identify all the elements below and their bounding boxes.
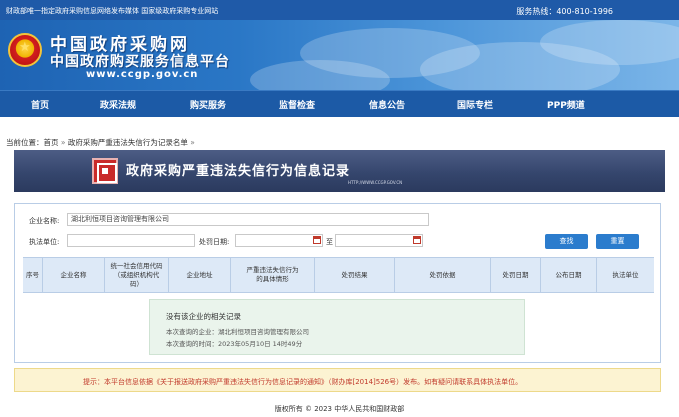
seal-icon: [92, 158, 118, 184]
column-header-publish-date: 公布日期: [541, 258, 597, 292]
main-nav: 首页 政采法规 购买服务 监督检查 信息公告 国际专栏 PPP频道: [0, 90, 679, 117]
national-emblem-icon: ★: [8, 33, 42, 67]
nav-item-home[interactable]: 首页: [31, 98, 49, 111]
search-panel: 企业名称: 湖北利恒项目咨询管理有限公司 执法单位: 处罚日期: 至 查找 重置…: [14, 203, 661, 363]
company-name-input[interactable]: 湖北利恒项目咨询管理有限公司: [67, 213, 429, 226]
penalty-date-label: 处罚日期:: [199, 238, 230, 246]
notice-text: 提示：本平台信息依据《关于报送政府采购严重违法失信行为信息记录的通知》（财办库[…: [83, 378, 523, 386]
site-tagline: 财政部唯一指定政府采购信息网络发布媒体 国家级政府采购专业网站: [6, 7, 219, 15]
penalty-date-from-input[interactable]: [235, 234, 323, 247]
breadcrumb: 当前位置：首页 » 政府采购严重违法失信行为记录名单 »: [6, 137, 195, 148]
nav-item-regulations[interactable]: 政采法规: [100, 98, 136, 111]
calendar-icon[interactable]: [313, 236, 321, 244]
reset-button[interactable]: 重置: [596, 234, 639, 249]
nav-item-purchase-services[interactable]: 购买服务: [190, 98, 226, 111]
column-header-index: 序号: [23, 258, 43, 292]
column-header-company-address: 企业地址: [169, 258, 231, 292]
breadcrumb-current[interactable]: 政府采购严重违法失信行为记录名单: [68, 138, 188, 147]
column-header-penalty-date: 处罚日期: [491, 258, 541, 292]
calendar-icon[interactable]: [413, 236, 421, 244]
query-time-text: 本次查询的时间：2023年05月10日 14时49分: [166, 340, 303, 348]
column-header-violation-details: 严重违法失信行为的具体情形: [231, 258, 315, 292]
record-header-banner: 政府采购严重违法失信行为信息记录 HTTP://WWW.CCGP.GOV.CN: [14, 150, 665, 192]
footer-copyright: 版权所有 © 2023 中华人民共和国财政部: [274, 405, 405, 413]
site-subtitle: 中国政府购买服务信息平台: [50, 54, 230, 70]
column-header-penalty-result: 处罚结果: [315, 258, 395, 292]
site-banner: ★ 中国政府采购网 中国政府购买服务信息平台 www.ccgp.gov.cn: [0, 20, 679, 90]
breadcrumb-separator: »: [60, 138, 66, 147]
column-header-credit-code: 统一社会信用代码（或组织机构代码）: [105, 258, 169, 292]
date-range-separator: 至: [326, 238, 333, 246]
top-bar: 财政部唯一指定政府采购信息网络发布媒体 国家级政府采购专业网站 服务热线：400…: [0, 0, 679, 20]
queried-company-text: 本次查询的企业：湖北利恒项目咨询管理有限公司: [166, 328, 309, 336]
record-header-url: HTTP://WWW.CCGP.GOV.CN: [348, 180, 403, 185]
record-title: 政府采购严重违法失信行为信息记录: [126, 164, 351, 179]
nav-item-international[interactable]: 国际专栏: [457, 98, 493, 111]
notice-banner: 提示：本平台信息依据《关于报送政府采购严重违法失信行为信息记录的通知》（财办库[…: [14, 368, 661, 392]
site-url: www.ccgp.gov.cn: [86, 69, 199, 80]
column-header-company-name: 企业名称: [43, 258, 105, 292]
column-header-penalty-basis: 处罚依据: [395, 258, 491, 292]
enforcement-unit-label: 执法单位:: [29, 238, 60, 246]
penalty-date-to-input[interactable]: [335, 234, 423, 247]
service-hotline: 服务热线：400-810-1996: [516, 7, 613, 16]
breadcrumb-home-link[interactable]: 首页: [44, 138, 59, 147]
search-button[interactable]: 查找: [545, 234, 588, 249]
empty-result-box: 没有该企业的相关记录 本次查询的企业：湖北利恒项目咨询管理有限公司 本次查询的时…: [149, 299, 525, 355]
column-header-enforcement-unit: 执法单位: [612, 270, 639, 279]
breadcrumb-prefix: 当前位置：: [6, 138, 44, 147]
company-name-label: 企业名称:: [29, 217, 60, 225]
nav-item-ppp[interactable]: PPP频道: [547, 98, 585, 111]
results-table-header: 序号 企业名称 统一社会信用代码（或组织机构代码） 企业地址 严重违法失信行为的…: [23, 257, 654, 293]
nav-item-announcements[interactable]: 信息公告: [369, 98, 405, 111]
empty-result-message: 没有该企业的相关记录: [166, 312, 241, 321]
breadcrumb-trailing-separator: »: [190, 138, 195, 147]
nav-item-supervision[interactable]: 监督检查: [279, 98, 315, 111]
enforcement-unit-input[interactable]: [67, 234, 195, 247]
